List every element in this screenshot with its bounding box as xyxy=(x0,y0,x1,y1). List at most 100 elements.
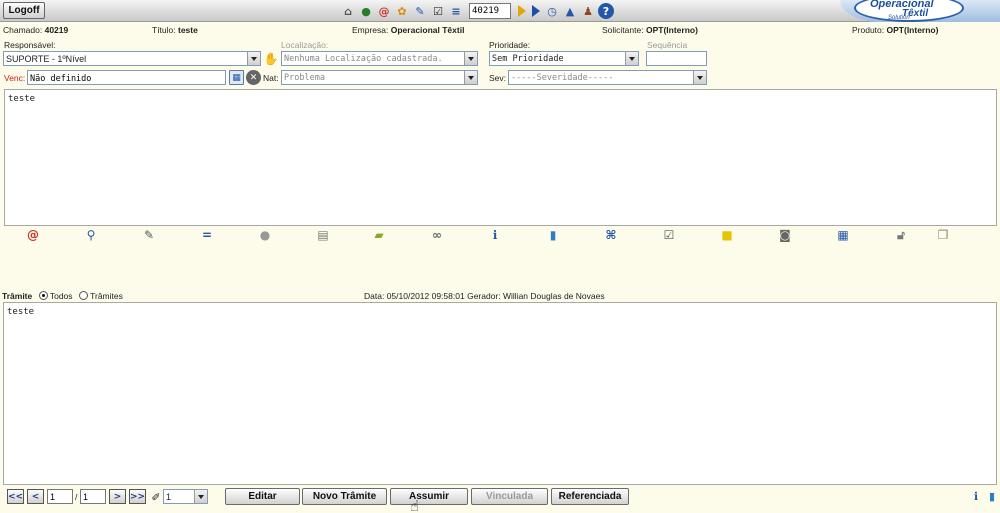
email-icon[interactable]: @ xyxy=(24,227,42,243)
data-label: Data: xyxy=(364,291,385,301)
email-icon[interactable]: @ xyxy=(376,3,392,19)
bottom-bar: << < / > >> ✐ 1 Editar Novo Trâmite Assu… xyxy=(0,486,1000,513)
calendar-check-icon[interactable]: ☑ xyxy=(660,227,678,243)
nat-value: Problema xyxy=(284,73,325,83)
action-toolbar: @ ⚲ ✎ = ● ▤ ▰ ∞ ℹ ▮ ⌘ ☑ ■ ◙ ▦ 🔓︎ ❐ xyxy=(0,227,1000,245)
sev-select[interactable]: -----Severidade----- xyxy=(508,70,707,85)
produto-info: Produto: OPT(Interno) xyxy=(852,25,938,35)
prev-page-button[interactable]: < xyxy=(27,489,44,504)
globe-icon[interactable]: ● xyxy=(358,3,374,19)
pencil-icon[interactable]: ✐ xyxy=(148,489,164,505)
mouse-cursor-icon: ☝ xyxy=(410,497,420,513)
ticket-number-input[interactable] xyxy=(469,3,511,19)
go-arrow-icon[interactable] xyxy=(518,5,526,17)
responsavel-select[interactable]: SUPORTE - 1ºNível xyxy=(3,51,261,66)
document-icon[interactable]: ▤ xyxy=(314,227,332,243)
list-icon[interactable]: ≡ xyxy=(448,3,464,19)
book-icon[interactable]: ▮ xyxy=(984,488,1000,504)
chevron-down-icon[interactable] xyxy=(625,52,638,65)
referenciada-button[interactable]: Referenciada xyxy=(551,488,629,505)
vinculada-button[interactable]: Vinculada xyxy=(471,488,548,505)
titulo-label: Título: xyxy=(152,25,176,35)
per-page-select[interactable]: 1 xyxy=(163,489,208,504)
chevron-down-icon[interactable] xyxy=(194,490,207,503)
assumir-button[interactable]: Assumir xyxy=(390,488,468,505)
tramite-text: teste xyxy=(7,307,35,317)
settings-icon[interactable]: ✿ xyxy=(394,3,410,19)
per-page-value: 1 xyxy=(166,492,172,502)
responsavel-label: Responsável: xyxy=(4,40,56,50)
sev-label: Sev: xyxy=(489,73,507,83)
attachment-icon[interactable]: ⌘ xyxy=(602,227,620,243)
calendar-icon[interactable]: ▦ xyxy=(229,70,244,85)
link-icon[interactable]: ∞ xyxy=(428,227,446,243)
chevron-down-icon[interactable] xyxy=(464,52,477,65)
radio-todos-label: Todos xyxy=(49,291,73,301)
checklist-icon[interactable]: ☑ xyxy=(430,3,446,19)
book-icon[interactable]: ▮ xyxy=(544,227,562,243)
brand-logo: Operacional Têxtil Solution xyxy=(840,0,1000,22)
data-value: 05/10/2012 09:58:01 xyxy=(386,291,465,301)
page-separator: / xyxy=(75,492,78,502)
note-icon[interactable]: ■ xyxy=(718,227,736,243)
novo-tramite-button[interactable]: Novo Trâmite xyxy=(302,488,387,505)
info-icon[interactable]: ℹ xyxy=(968,488,984,504)
sequencia-input[interactable] xyxy=(646,51,707,66)
logoff-button[interactable]: Logoff xyxy=(3,2,45,19)
clock-icon[interactable]: ◷ xyxy=(544,3,560,19)
info-icon[interactable]: ℹ xyxy=(486,227,504,243)
chart-icon[interactable]: ▲ xyxy=(562,3,578,19)
chevron-down-icon[interactable] xyxy=(464,71,477,84)
chevron-down-icon[interactable] xyxy=(693,71,706,84)
clear-icon[interactable]: ✕ xyxy=(246,70,261,85)
description-textarea[interactable]: teste xyxy=(4,89,997,226)
tramite-textarea[interactable]: teste xyxy=(3,302,997,485)
total-pages-input[interactable] xyxy=(80,489,106,504)
next-arrow-icon[interactable] xyxy=(532,5,540,17)
empresa-value: Operacional Têxtil xyxy=(390,25,465,35)
venc-label: Venc: xyxy=(4,73,26,83)
localizacao-select[interactable]: Nenhuma Localização cadastrada. xyxy=(281,51,478,66)
camera-icon[interactable]: ◙ xyxy=(776,227,794,243)
top-bar: Logoff ⌂ ● @ ✿ ✎ ☑ ≡ ◷ ▲ ♟ ? Operacional… xyxy=(0,0,1000,22)
produto-value: OPT(Interno) xyxy=(886,25,939,35)
current-page-input[interactable] xyxy=(47,489,73,504)
description-text: teste xyxy=(8,94,36,104)
copy-icon[interactable]: ❐ xyxy=(934,227,952,243)
sequencia-label: Sequência xyxy=(647,40,688,50)
folder-icon[interactable]: ▰ xyxy=(370,227,388,243)
tramite-meta: Data: 05/10/2012 09:58:01 Gerador: Willi… xyxy=(364,291,605,301)
brand-line-3: Solution xyxy=(888,15,910,21)
radio-todos[interactable] xyxy=(38,291,48,300)
unlock-icon[interactable]: 🔓︎ xyxy=(892,227,910,243)
tramite-filter: Trâmite Todos Trâmites xyxy=(2,291,123,301)
top-toolbar: ⌂ ● @ ✿ ✎ ☑ ≡ ◷ ▲ ♟ ? xyxy=(340,2,614,20)
hand-icon[interactable]: ✋ xyxy=(263,51,279,67)
nat-select[interactable]: Problema xyxy=(281,70,478,85)
search-icon[interactable]: ⚲ xyxy=(82,227,100,243)
solicitante-info: Solicitante: OPT(Interno) xyxy=(602,25,698,35)
next-page-button[interactable]: > xyxy=(109,489,126,504)
lightbulb-icon[interactable]: ● xyxy=(256,227,274,243)
chevron-down-icon[interactable] xyxy=(247,52,260,65)
help-icon[interactable]: ? xyxy=(598,3,614,19)
tools-icon[interactable]: ✎ xyxy=(412,3,428,19)
titulo-info: Título: teste xyxy=(152,25,198,35)
solicitante-value: OPT(Interno) xyxy=(645,25,698,35)
edit-icon[interactable]: ✎ xyxy=(140,227,158,243)
users-icon[interactable]: ♟ xyxy=(580,3,596,19)
gerador-value: Willian Douglas de Novaes xyxy=(503,291,605,301)
radio-tramites[interactable] xyxy=(78,291,88,300)
editar-button[interactable]: Editar xyxy=(225,488,300,505)
calculator-icon[interactable]: ▦ xyxy=(834,227,852,243)
prioridade-value: Sem Prioridade xyxy=(492,54,564,64)
equals-icon[interactable]: = xyxy=(198,227,216,243)
last-page-button[interactable]: >> xyxy=(129,489,146,504)
chamado-value: 40219 xyxy=(44,25,69,35)
localizacao-value: Nenhuma Localização cadastrada. xyxy=(284,54,443,64)
prioridade-select[interactable]: Sem Prioridade xyxy=(489,51,639,66)
radio-tramites-label: Trâmites xyxy=(90,291,123,301)
home-icon[interactable]: ⌂ xyxy=(340,3,356,19)
venc-input[interactable] xyxy=(27,70,226,85)
first-page-button[interactable]: << xyxy=(7,489,24,504)
